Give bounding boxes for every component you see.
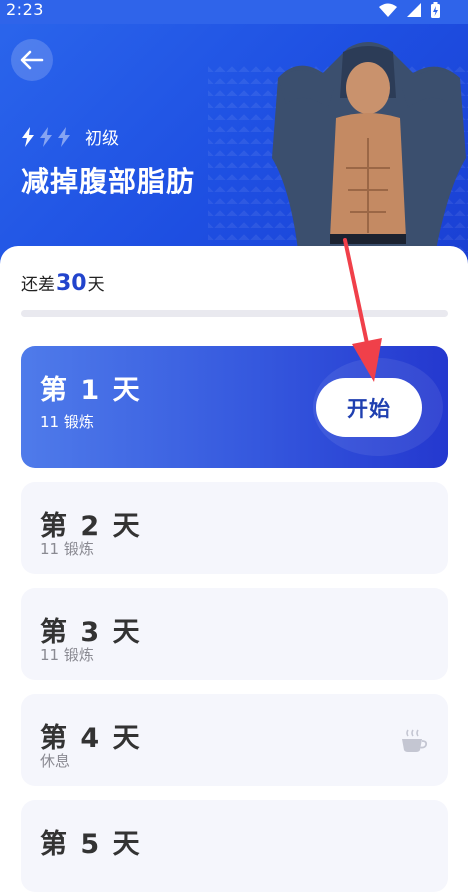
plan-title: 减掉腹部脂肪 — [21, 165, 196, 198]
signal-icon — [407, 3, 421, 17]
day-card-1[interactable]: 第 1 天 11 锻炼 开始 — [21, 346, 448, 468]
lightning-bolt-icon — [58, 126, 70, 147]
day-title: 第 5 天 — [40, 829, 142, 860]
days-remaining: 还差 30 天 — [21, 270, 105, 296]
lightning-bolt-icon — [22, 126, 34, 147]
day-subtitle: 11 锻炼 — [40, 413, 94, 431]
battery-icon — [431, 2, 440, 18]
lightning-bolt-icon — [40, 126, 52, 147]
start-button[interactable]: 开始 — [316, 378, 422, 437]
wifi-icon — [379, 3, 397, 17]
day-subtitle: 11 锻炼 — [40, 540, 94, 558]
difficulty-level: 初级 — [21, 124, 119, 149]
remaining-count: 30 — [56, 271, 87, 296]
remaining-suffix: 天 — [87, 275, 105, 295]
day-subtitle: 11 锻炼 — [40, 646, 94, 664]
coffee-cup-icon — [402, 729, 428, 752]
day-card-4[interactable]: 第 4 天 休息 — [21, 694, 448, 786]
arrow-left-icon — [20, 50, 44, 70]
plan-progress-bar — [21, 310, 448, 317]
day-card-5[interactable]: 第 5 天 — [21, 800, 448, 892]
status-time: 2:23 — [6, 0, 44, 19]
back-button[interactable] — [11, 39, 53, 81]
plan-hero: 2:23 初级 减掉腹部脂肪 — [0, 0, 468, 270]
status-bar: 2:23 — [0, 0, 468, 24]
remaining-prefix: 还差 — [21, 275, 55, 295]
day-card-3[interactable]: 第 3 天 11 锻炼 — [21, 588, 448, 680]
level-label: 初级 — [85, 129, 119, 149]
hero-figure-image — [272, 42, 466, 250]
day-title: 第 1 天 — [40, 375, 142, 406]
day-card-2[interactable]: 第 2 天 11 锻炼 — [21, 482, 448, 574]
day-subtitle: 休息 — [40, 752, 71, 770]
